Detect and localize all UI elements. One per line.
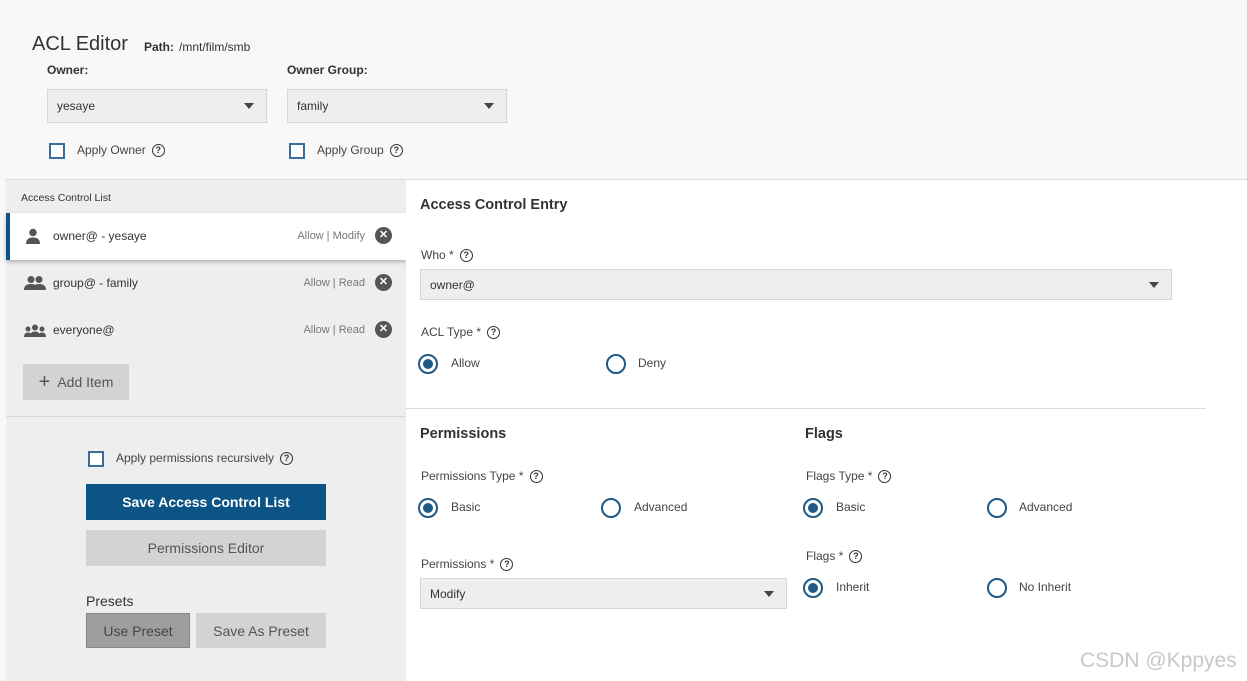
recursive-checkbox[interactable] <box>88 451 104 467</box>
owner-value: yesaye <box>57 99 96 113</box>
permissions-editor-button[interactable]: Permissions Editor <box>86 530 326 566</box>
chevron-down-icon <box>1149 281 1159 288</box>
flags-type-label: Flags Type *? <box>806 469 892 484</box>
no-inherit-radio[interactable] <box>987 578 1007 598</box>
acl-item-owner[interactable]: owner@ - yesaye Allow | Modify ✕ <box>6 213 406 260</box>
help-icon[interactable]: ? <box>500 558 514 572</box>
chevron-down-icon <box>484 103 494 109</box>
presets-label: Presets <box>86 593 134 609</box>
flags-title: Flags <box>805 426 843 442</box>
remove-icon[interactable]: ✕ <box>375 321 392 338</box>
help-icon[interactable]: ? <box>529 470 543 484</box>
chevron-down-icon <box>764 590 774 597</box>
entry-divider <box>406 408 1206 409</box>
remove-icon[interactable]: ✕ <box>375 227 392 244</box>
apply-owner-label: Apply Owner? <box>77 143 165 158</box>
acl-item-perm: Allow | Read <box>303 324 365 336</box>
help-icon[interactable]: ? <box>487 326 501 340</box>
chevron-down-icon <box>244 103 254 109</box>
plus-icon: + <box>38 371 51 393</box>
left-divider <box>6 416 406 417</box>
allow-radio[interactable] <box>418 354 438 374</box>
acl-type-label: ACL Type *? <box>421 325 501 340</box>
save-acl-button[interactable]: Save Access Control List <box>86 484 326 520</box>
acl-item-perm: Allow | Modify <box>297 230 365 242</box>
acl-item-name: owner@ - yesaye <box>53 229 147 243</box>
allow-label: Allow <box>451 356 480 370</box>
who-select[interactable]: owner@ <box>420 269 1172 300</box>
inherit-radio[interactable] <box>803 578 823 598</box>
who-label: Who *? <box>421 248 473 263</box>
use-preset-button[interactable]: Use Preset <box>86 613 190 648</box>
help-icon[interactable]: ? <box>280 452 294 466</box>
owner-group-value: family <box>297 99 329 113</box>
perm-basic-radio[interactable] <box>418 498 438 518</box>
owner-group-label: Owner Group: <box>287 63 368 77</box>
add-item-label: Add Item <box>57 374 114 390</box>
help-icon[interactable]: ? <box>459 249 473 263</box>
no-inherit-label: No Inherit <box>1019 580 1072 594</box>
acl-item-name: group@ - family <box>53 276 138 290</box>
perm-advanced-label: Advanced <box>634 500 688 514</box>
acl-list-title: Access Control List <box>21 192 111 204</box>
save-as-preset-button[interactable]: Save As Preset <box>196 613 326 648</box>
perm-advanced-radio[interactable] <box>601 498 621 518</box>
flags-basic-radio[interactable] <box>803 498 823 518</box>
permissions-type-label: Permissions Type *? <box>421 469 543 484</box>
everyone-icon <box>24 324 46 337</box>
flags-advanced-label: Advanced <box>1019 500 1073 514</box>
flags-label: Flags *? <box>806 549 863 564</box>
apply-group-checkbox[interactable] <box>289 143 305 159</box>
apply-group-label: Apply Group? <box>317 143 403 158</box>
permissions-select[interactable]: Modify <box>420 578 787 609</box>
acl-item-everyone[interactable]: everyone@ Allow | Read ✕ <box>6 307 406 354</box>
group-icon <box>24 276 46 290</box>
permissions-label: Permissions *? <box>421 557 514 572</box>
acl-item-name: everyone@ <box>53 323 115 337</box>
help-icon[interactable]: ? <box>849 550 863 564</box>
owner-group-select[interactable]: family <box>287 89 507 123</box>
permissions-title: Permissions <box>420 426 507 442</box>
inherit-label: Inherit <box>836 580 870 594</box>
flags-basic-label: Basic <box>836 500 866 514</box>
deny-radio[interactable] <box>606 354 626 374</box>
perm-basic-label: Basic <box>451 500 481 514</box>
acl-item-group[interactable]: group@ - family Allow | Read ✕ <box>6 260 406 307</box>
flags-advanced-radio[interactable] <box>987 498 1007 518</box>
help-icon[interactable]: ? <box>878 470 892 484</box>
apply-owner-checkbox[interactable] <box>49 143 65 159</box>
watermark: CSDN @Kppyes <box>1080 649 1237 672</box>
help-icon[interactable]: ? <box>151 144 165 158</box>
owner-select[interactable]: yesaye <box>47 89 267 123</box>
who-value: owner@ <box>430 277 475 292</box>
deny-label: Deny <box>638 356 667 370</box>
recursive-label: Apply permissions recursively? <box>116 451 294 466</box>
path-value: /mnt/film/smb <box>179 40 251 54</box>
help-icon[interactable]: ? <box>389 144 403 158</box>
owner-label: Owner: <box>47 63 89 77</box>
person-icon <box>26 228 40 244</box>
add-item-button[interactable]: + Add Item <box>23 364 129 400</box>
entry-title: Access Control Entry <box>420 197 568 213</box>
path-label: Path: <box>144 40 174 54</box>
permissions-value: Modify <box>430 586 466 601</box>
acl-item-perm: Allow | Read <box>303 277 365 289</box>
page-title: ACL Editor <box>32 33 128 55</box>
remove-icon[interactable]: ✕ <box>375 274 392 291</box>
